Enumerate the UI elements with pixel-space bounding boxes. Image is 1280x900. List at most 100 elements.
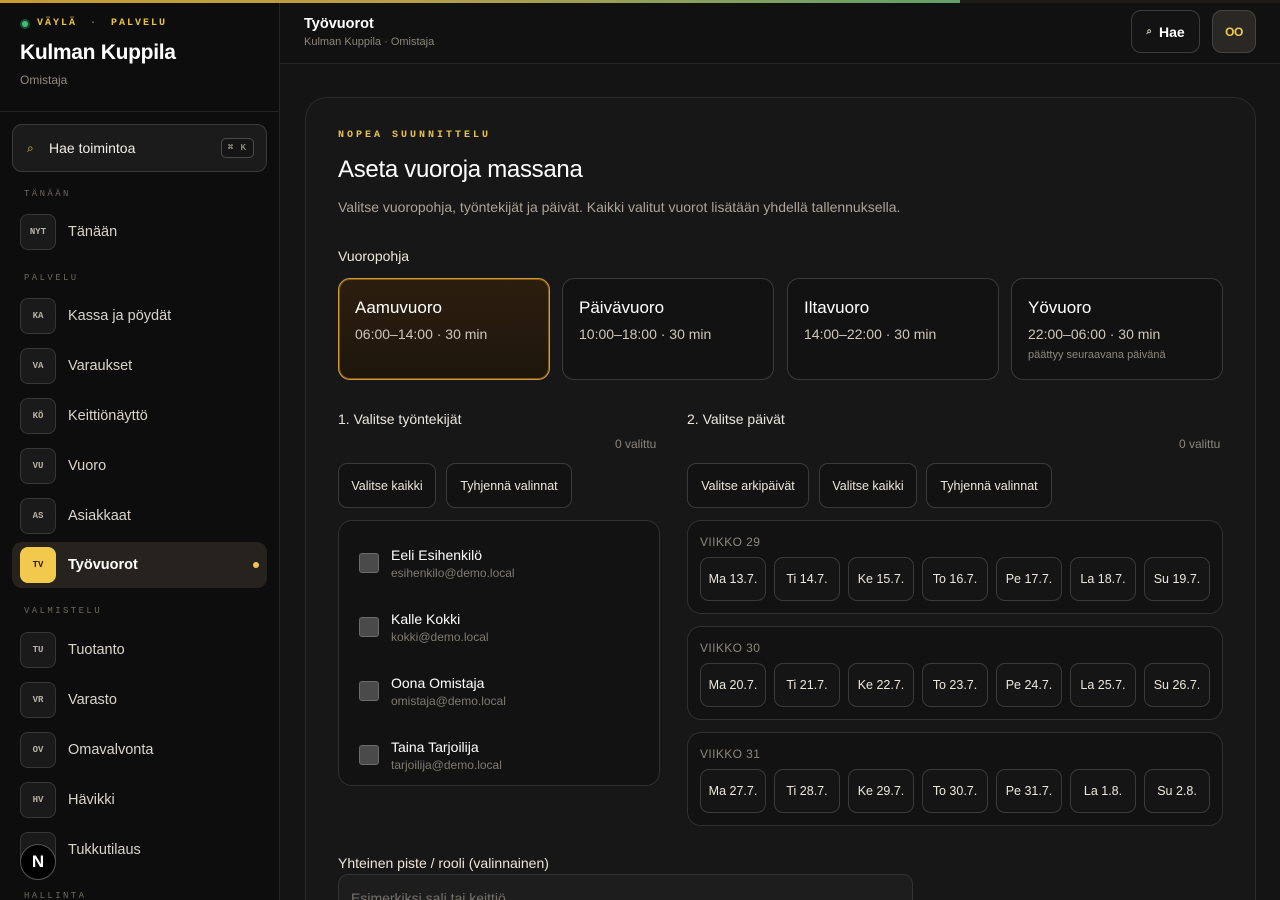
dev-tools-badge[interactable]: N [20,844,56,880]
sidebar-item-inventory[interactable]: VR Varasto [12,677,267,723]
list-item[interactable]: Kalle Kokki kokki@demo.local [359,603,639,647]
employee-name: Oona Omistaja [391,675,485,691]
template-morning[interactable]: Aamuvuoro 06:00–14:00 · 30 min [338,278,550,380]
day-toggle[interactable]: Ke 22.7. [848,663,914,707]
template-name: Iltavuoro [804,298,870,317]
day-toggle[interactable]: Ke 15.7. [848,557,914,601]
sidebar-item-today[interactable]: NYT Tänään [12,209,267,255]
day-toggle[interactable]: Su 2.8. [1144,769,1210,813]
day-toggle[interactable]: La 25.7. [1070,663,1136,707]
sidebar-item-customers[interactable]: AS Asiakkaat [12,493,267,539]
list-item[interactable]: Oona Omistaja omistaja@demo.local [359,667,639,711]
top-header: Työvuorot Kulman Kuppila · Omistaja ⌕ Ha… [280,0,1280,64]
top-progress-fill [0,0,960,3]
template-time: 22:00–06:00 · 30 min [1028,326,1161,342]
command-search-button[interactable]: ⌕ Hae toimintoa ⌘ K [12,124,267,172]
employee-name: Kalle Kokki [391,611,461,627]
search-icon: ⌕ [1146,26,1152,37]
sidebar-item-label: Omavalvonta [68,742,154,758]
select-all-employees-button[interactable]: Valitse kaikki [338,463,436,508]
sidebar-item-self-monitoring[interactable]: OV Omavalvonta [12,727,267,773]
nav-badge: TV [20,547,56,583]
template-night[interactable]: Yövuoro 22:00–06:00 · 30 min päättyy seu… [1011,278,1223,380]
search-icon: ⌕ [27,140,34,155]
card-description: Valitse vuoropohja, työntekijät ja päivä… [338,199,901,215]
sidebar-item-label: Varasto [68,692,117,708]
bulk-shift-card: NOPEA SUUNNITTELU Aseta vuoroja massana … [305,97,1256,900]
sidebar-item-production[interactable]: TU Tuotanto [12,627,267,673]
header-search-button[interactable]: ⌕ Hae [1131,10,1200,53]
template-label: Vuoropohja [338,248,410,264]
day-toggle[interactable]: La 1.8. [1070,769,1136,813]
sidebar-item-work-shifts[interactable]: TV Työvuorot [12,542,267,588]
day-toggle[interactable]: Ti 28.7. [774,769,840,813]
select-all-days-button[interactable]: Valitse kaikki [819,463,917,508]
brand-label-right: PALVELU [111,18,168,29]
day-toggle[interactable]: To 23.7. [922,663,988,707]
card-eyebrow: NOPEA SUUNNITTELU [338,130,492,141]
shared-role-label: Yhteinen piste / rooli (valinnainen) [338,855,549,871]
day-toggle[interactable]: To 30.7. [922,769,988,813]
template-name: Päivävuoro [579,298,665,317]
header-search-label: Hae [1158,23,1185,40]
nav-badge: VA [20,348,56,384]
sidebar-item-pos[interactable]: KA Kassa ja pöydät [12,293,267,339]
template-time: 14:00–22:00 · 30 min [804,326,937,342]
sidebar-item-label: Vuoro [68,458,107,474]
day-toggle[interactable]: La 18.7. [1070,557,1136,601]
employee-checkbox[interactable] [359,617,379,637]
sidebar-item-waste[interactable]: HV Hävikki [12,777,267,823]
sidebar-item-label: Tukkutilaus [68,842,141,858]
brand-label-left: VÄYLÄ [37,18,78,29]
day-toggle[interactable]: Pe 31.7. [996,769,1062,813]
day-toggle[interactable]: To 16.7. [922,557,988,601]
employee-checkbox[interactable] [359,553,379,573]
sidebar-item-kitchen-display[interactable]: KÖ Keittiönäyttö [12,393,267,439]
clear-days-button[interactable]: Tyhjennä valinnat [926,463,1052,508]
clear-employees-button[interactable]: Tyhjennä valinnat [446,463,572,508]
day-toggle[interactable]: Ma 20.7. [700,663,766,707]
week-label: VIIKKO 31 [700,747,761,761]
employee-email: esihenkilo@demo.local [391,566,515,580]
shared-role-input[interactable]: Esimerkiksi sali tai keittiö [338,874,913,900]
day-toggle[interactable]: Su 26.7. [1144,663,1210,707]
list-item[interactable]: Taina Tarjoilija tarjoilija@demo.local [359,731,639,775]
week-group: VIIKKO 31 Ma 27.7. Ti 28.7. Ke 29.7. To … [687,732,1223,826]
nav-badge: AS [20,498,56,534]
active-indicator-dot [253,562,259,568]
employee-checkbox[interactable] [359,681,379,701]
employee-checkbox[interactable] [359,745,379,765]
select-weekdays-button[interactable]: Valitse arkipäivät [687,463,809,508]
day-toggle[interactable]: Su 19.7. [1144,557,1210,601]
page-title: Työvuorot [304,16,374,32]
shortcut-badge: ⌘ K [220,138,254,158]
brand-label-sep: · [90,18,99,29]
day-toggle[interactable]: Ti 21.7. [774,663,840,707]
days-title: 2. Valitse päivät [687,411,785,427]
section-label-admin: HALLINTA [24,891,87,900]
template-note: päättyy seuraavana päivänä [1028,349,1166,361]
sidebar-item-label: Asiakkaat [68,508,131,524]
day-toggle[interactable]: Ti 14.7. [774,557,840,601]
sidebar-item-shift[interactable]: VU Vuoro [12,443,267,489]
day-toggle[interactable]: Ma 27.7. [700,769,766,813]
breadcrumb: Kulman Kuppila · Omistaja [304,36,435,48]
list-item[interactable]: Eeli Esihenkilö esihenkilo@demo.local [359,539,639,583]
command-search-label: Hae toimintoa [49,140,136,156]
brand-eyebrow: VÄYLÄ · PALVELU [20,18,259,29]
day-toggle[interactable]: Pe 24.7. [996,663,1062,707]
day-toggle[interactable]: Pe 17.7. [996,557,1062,601]
template-day[interactable]: Päivävuoro 10:00–18:00 · 30 min [562,278,774,380]
section-label-prep: VALMISTELU [24,606,103,616]
nav-badge: VU [20,448,56,484]
day-toggle[interactable]: Ma 13.7. [700,557,766,601]
avatar[interactable]: OO [1212,10,1256,53]
day-toggle[interactable]: Ke 29.7. [848,769,914,813]
template-evening[interactable]: Iltavuoro 14:00–22:00 · 30 min [787,278,999,380]
sidebar-item-reservations[interactable]: VA Varaukset [12,343,267,389]
top-progress-bar [0,0,1280,3]
employee-name: Eeli Esihenkilö [391,547,483,563]
employees-title: 1. Valitse työntekijät [338,411,462,427]
week-label: VIIKKO 30 [700,641,761,655]
section-label-service: PALVELU [24,273,79,283]
